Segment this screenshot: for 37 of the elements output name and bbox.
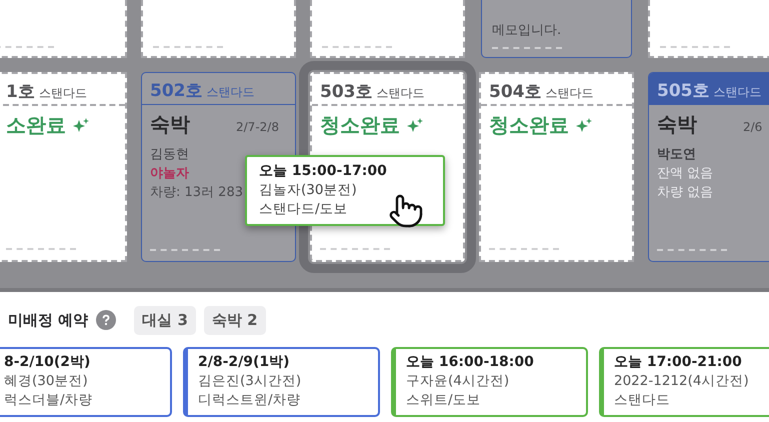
- room-note: 잔액 없음: [657, 165, 714, 182]
- guest-name: 박도연: [657, 146, 696, 163]
- room-note: 차량: 13러 283: [150, 184, 243, 201]
- room-number: 1호: [6, 81, 35, 103]
- cleaning-status: 소완료: [6, 112, 66, 139]
- room-number: 502호: [150, 80, 202, 102]
- reservation-time: 오늘 16:00-18:00: [406, 353, 535, 371]
- room-note: 차량 없음: [657, 184, 714, 201]
- stay-type: 숙박: [657, 111, 698, 138]
- room-detail: 디럭스트윈/차량: [198, 391, 302, 409]
- section-title: 미배정 예약: [8, 310, 88, 330]
- guest-name: 김동현: [150, 146, 189, 163]
- room-type: 스탠다드: [38, 85, 87, 102]
- stay-dates: 2/7-2/8: [236, 120, 279, 134]
- guest-name: 구자윤(4시간전): [406, 372, 510, 390]
- reservation-time: 오늘 17:00-21:00: [614, 353, 743, 371]
- guest-name: 김은진(3시간전): [198, 372, 302, 390]
- guest-name: 혜경(30분전): [4, 372, 89, 390]
- room-type: 스탠다드: [546, 85, 594, 102]
- room-number: 505호: [657, 80, 710, 102]
- reservation-time: 8-2/10(2박): [4, 353, 92, 371]
- room-type: 스탠다드: [376, 85, 424, 102]
- room-number: 503호: [320, 81, 372, 103]
- guest-name: 2022-1212(4시간전): [614, 372, 750, 390]
- stay-type: 숙박: [150, 111, 191, 138]
- stay-dates: 2/6: [743, 120, 762, 134]
- reservation-time: 2/8-2/9(1박): [198, 353, 291, 371]
- cleaning-status: 청소완료: [320, 112, 400, 139]
- room-type: 스탠다드: [714, 84, 762, 101]
- room-detail: 스위트/도보: [406, 391, 482, 409]
- memo-text: 메모입니다.: [492, 22, 562, 39]
- booking-channel: 야놀자: [150, 165, 189, 182]
- room-type: 스탠다드: [206, 84, 254, 101]
- cleaning-status: 청소완료: [489, 112, 569, 139]
- room-number: 504호: [489, 81, 542, 103]
- room-detail: 스탠다드: [614, 391, 671, 409]
- room-detail: 럭스더블/차량: [4, 391, 94, 409]
